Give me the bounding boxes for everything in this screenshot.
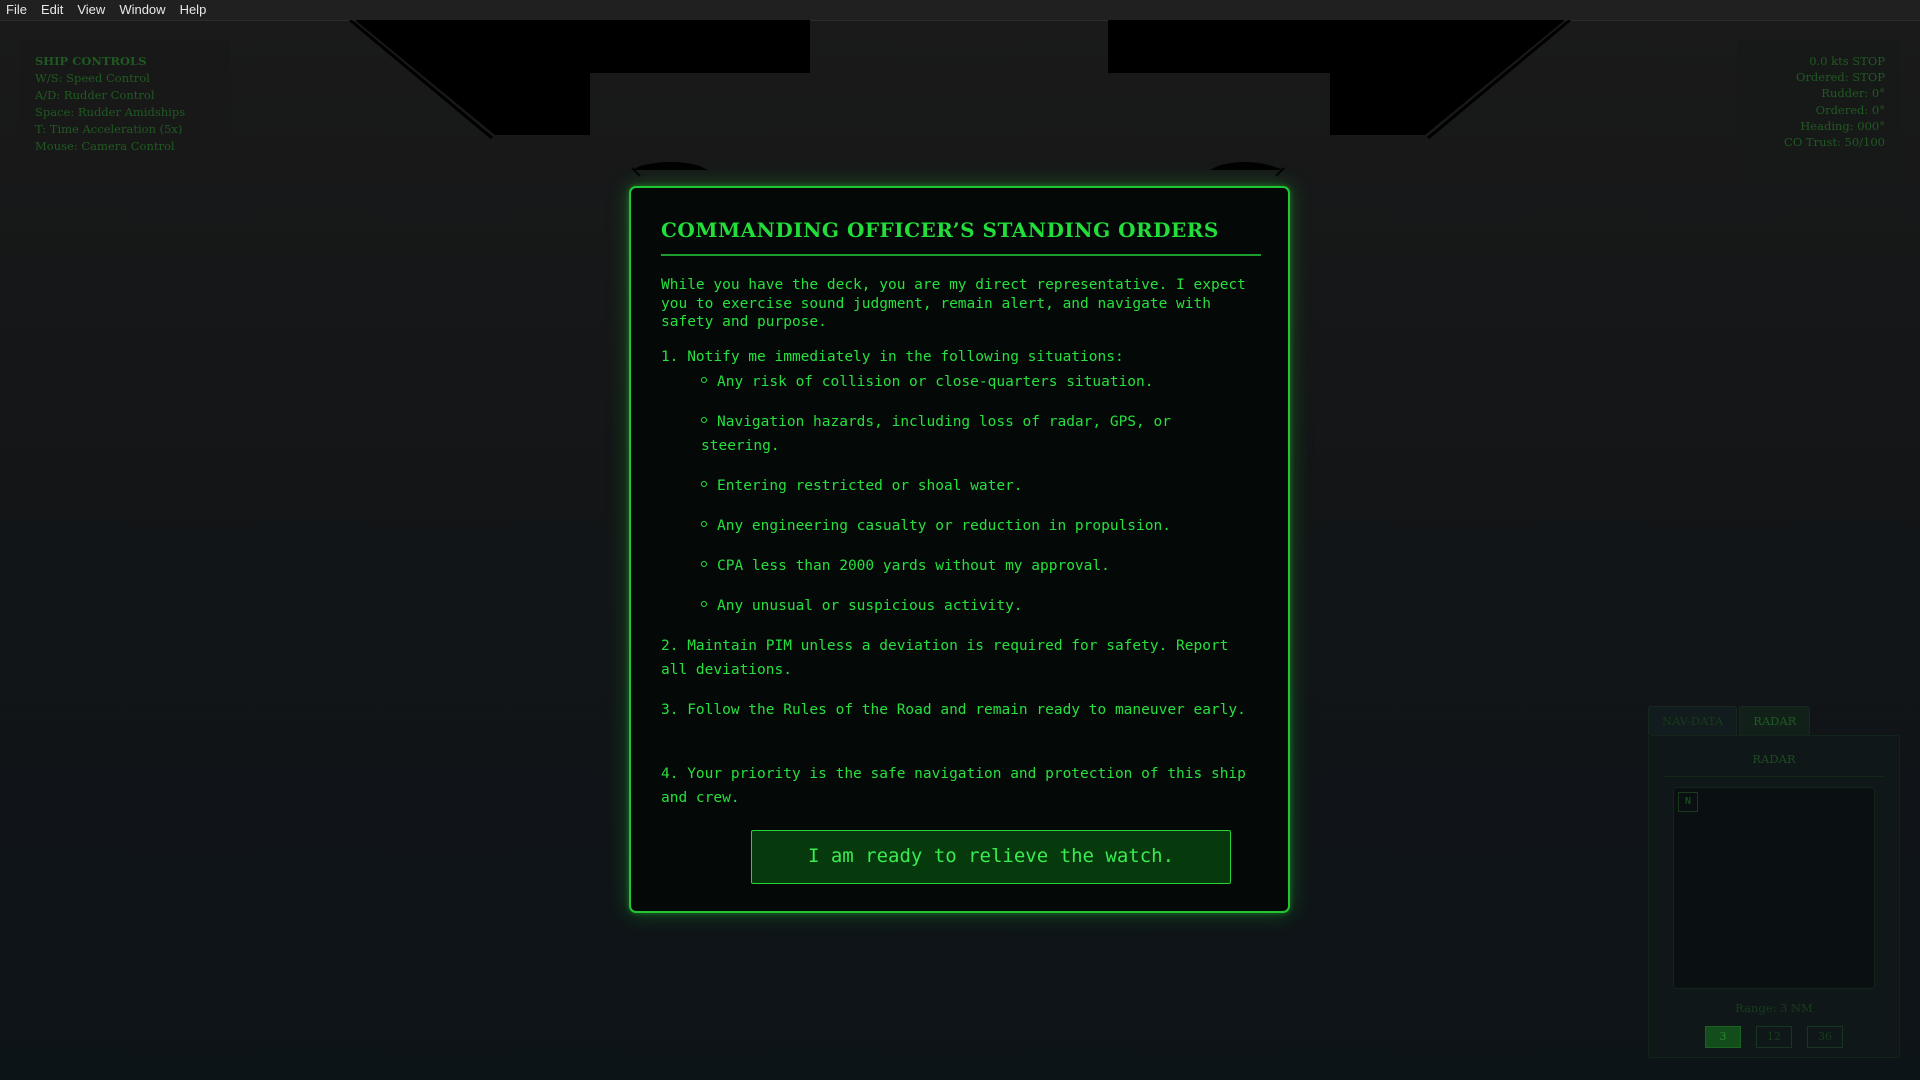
radar-panel: RADAR N Range: 3 NM 3 12 36 — [1648, 735, 1900, 1058]
rudder-readout: Rudder: 0° — [1821, 86, 1885, 101]
radar-title: RADAR — [1752, 752, 1796, 766]
menu-bar: File Edit View Window Help — [0, 0, 1920, 21]
radar-divider — [1663, 776, 1885, 777]
menu-view[interactable]: View — [70, 0, 112, 20]
menu-file[interactable]: File — [0, 0, 34, 20]
control-hint-amidships: Space: Rudder Amidships — [35, 105, 186, 119]
relieve-watch-button[interactable]: I am ready to relieve the watch. — [751, 830, 1231, 884]
list-item: Entering restricted or shoal water. — [701, 474, 1241, 498]
ship-controls-title: SHIP CONTROLS — [35, 54, 147, 68]
north-indicator-icon: N — [1678, 792, 1698, 812]
control-hint-speed: W/S: Speed Control — [35, 71, 150, 85]
standing-orders-dialog: COMMANDING OFFICER’S STANDING ORDERS Whi… — [629, 186, 1290, 913]
title-divider — [661, 254, 1261, 256]
console-tops — [631, 162, 1285, 177]
radar-range-buttons: 3 12 36 — [1649, 1026, 1899, 1048]
bullet-icon — [701, 377, 707, 383]
list-item: CPA less than 2000 yards without my appr… — [701, 554, 1241, 578]
list-item: Any unusual or suspicious activity. — [701, 594, 1241, 618]
bullet-icon — [701, 561, 707, 567]
range-12-button[interactable]: 12 — [1756, 1026, 1792, 1048]
control-hint-time: T: Time Acceleration (5x) — [35, 122, 183, 136]
bullet-icon — [701, 481, 707, 487]
menu-help[interactable]: Help — [173, 0, 214, 20]
ship-status-panel: 0.0 kts STOP Ordered: STOP Rudder: 0° Or… — [1737, 40, 1900, 179]
speed-readout: 0.0 kts STOP — [1809, 54, 1885, 68]
menu-edit[interactable]: Edit — [34, 0, 70, 20]
bullet-icon — [701, 521, 707, 527]
list-item: Any risk of collision or close-quarters … — [701, 370, 1241, 394]
tab-nav-data[interactable]: NAV-DATA — [1648, 706, 1738, 735]
heading-readout: Heading: 000° — [1800, 118, 1885, 133]
menu-window[interactable]: Window — [112, 0, 172, 20]
order-1-text: 1. Notify me immediately in the followin… — [661, 349, 1124, 365]
radar-scope[interactable]: N — [1673, 787, 1875, 989]
ship-controls-panel: SHIP CONTROLS W/S: Speed Control A/D: Ru… — [20, 40, 230, 171]
range-36-button[interactable]: 36 — [1807, 1026, 1843, 1048]
right-window-frame — [1108, 20, 1571, 140]
bullet-icon — [701, 601, 707, 607]
ordered-speed-readout: Ordered: STOP — [1795, 70, 1885, 85]
bullet-icon — [701, 417, 707, 423]
order-2-text: 2. Maintain PIM unless a deviation is re… — [661, 638, 1238, 678]
ordered-rudder-readout: Ordered: 0° — [1815, 102, 1885, 117]
radar-range-label: Range: 3 NM — [1735, 1001, 1813, 1015]
radar-tabs: NAV-DATA RADAR — [1648, 706, 1811, 735]
bridge-window-frames — [349, 20, 1571, 177]
order-4-text: 4. Your priority is the safe navigation … — [661, 766, 1255, 806]
control-hint-camera: Mouse: Camera Control — [35, 139, 175, 153]
co-trust-readout: CO Trust: 50/100 — [1784, 135, 1885, 150]
dialog-title: COMMANDING OFFICER’S STANDING ORDERS — [661, 218, 1219, 242]
order-3-text: 3. Follow the Rules of the Road and rema… — [661, 702, 1246, 718]
intro-paragraph: While you have the deck, you are my dire… — [661, 277, 1255, 330]
control-hint-rudder: A/D: Rudder Control — [35, 88, 155, 102]
radar-widget: NAV-DATA RADAR RADAR N Range: 3 NM 3 12 … — [1648, 706, 1900, 1058]
left-window-frame — [349, 20, 810, 140]
range-3-button[interactable]: 3 — [1705, 1026, 1741, 1048]
tab-radar[interactable]: RADAR — [1739, 706, 1811, 735]
list-item: Navigation hazards, including loss of ra… — [701, 414, 1171, 454]
list-item: Any engineering casualty or reduction in… — [701, 514, 1241, 538]
